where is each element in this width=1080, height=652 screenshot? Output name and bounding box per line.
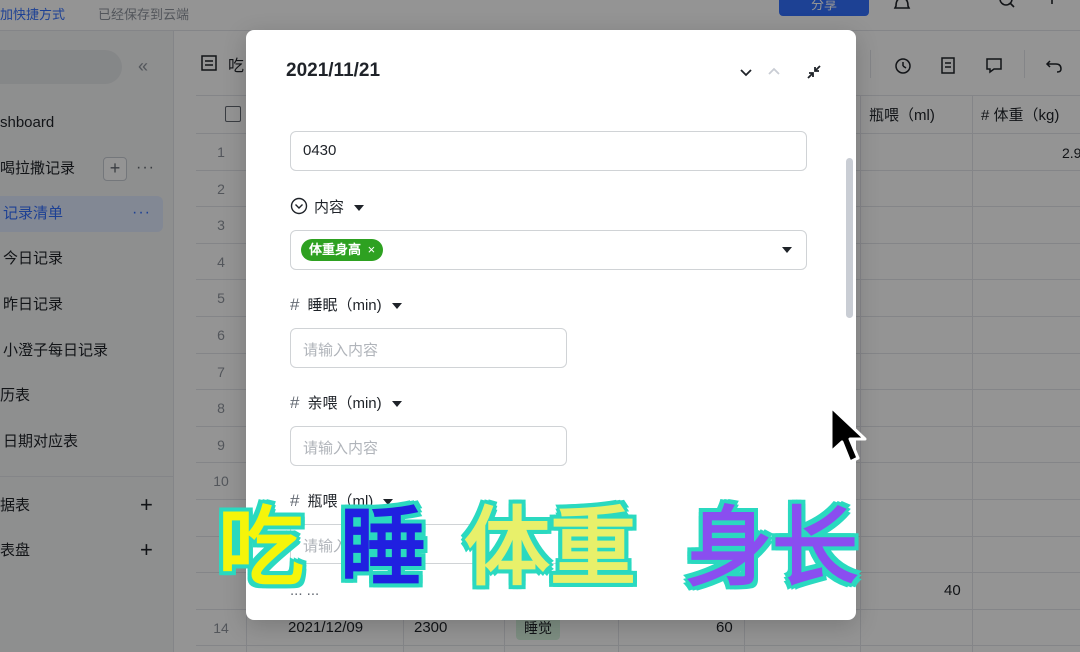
- placeholder: 请输入内容: [303, 440, 379, 457]
- caption-length: 身长: [686, 500, 858, 596]
- breastfeed-input[interactable]: 请输入内容: [290, 426, 567, 466]
- number-icon: #: [290, 393, 300, 412]
- content-tag[interactable]: 体重身高 ×: [301, 239, 384, 261]
- caption-weight: 体重: [464, 500, 636, 596]
- placeholder: 请输入内容: [303, 342, 379, 359]
- close-icon[interactable]: ×: [368, 242, 376, 257]
- number-icon: #: [290, 295, 300, 314]
- caret-down-icon[interactable]: [391, 303, 402, 310]
- time-value: 0430: [303, 142, 337, 159]
- time-field[interactable]: 0430: [290, 131, 807, 171]
- chevron-down-icon[interactable]: [736, 62, 756, 82]
- caption-eat: 吃: [218, 500, 304, 596]
- modal-title: 2021/11/21: [286, 60, 381, 81]
- tag-label: 体重身高: [309, 242, 362, 257]
- collapse-icon[interactable]: [804, 62, 824, 82]
- dropdown-circle-icon: [290, 197, 308, 215]
- field-label-text: 亲喂（min): [307, 395, 382, 412]
- content-select[interactable]: 体重身高 ×: [290, 230, 807, 270]
- chevron-up-icon[interactable]: [764, 62, 784, 82]
- caption-sleep: 睡: [340, 500, 426, 596]
- sleep-field-label[interactable]: # 睡眠（min): [290, 294, 402, 315]
- field-label-text: 睡眠（min): [307, 297, 382, 314]
- sleep-input[interactable]: 请输入内容: [290, 328, 567, 368]
- modal-scrollbar[interactable]: [846, 158, 853, 318]
- field-label-text: 内容: [314, 199, 345, 216]
- content-field-label[interactable]: 内容: [290, 196, 365, 217]
- mouse-cursor-icon: [829, 405, 867, 464]
- breastfeed-field-label[interactable]: # 亲喂（min): [290, 392, 402, 413]
- caret-down-icon[interactable]: [354, 205, 365, 212]
- caret-down-icon[interactable]: [391, 401, 402, 408]
- caret-down-icon[interactable]: [782, 247, 792, 253]
